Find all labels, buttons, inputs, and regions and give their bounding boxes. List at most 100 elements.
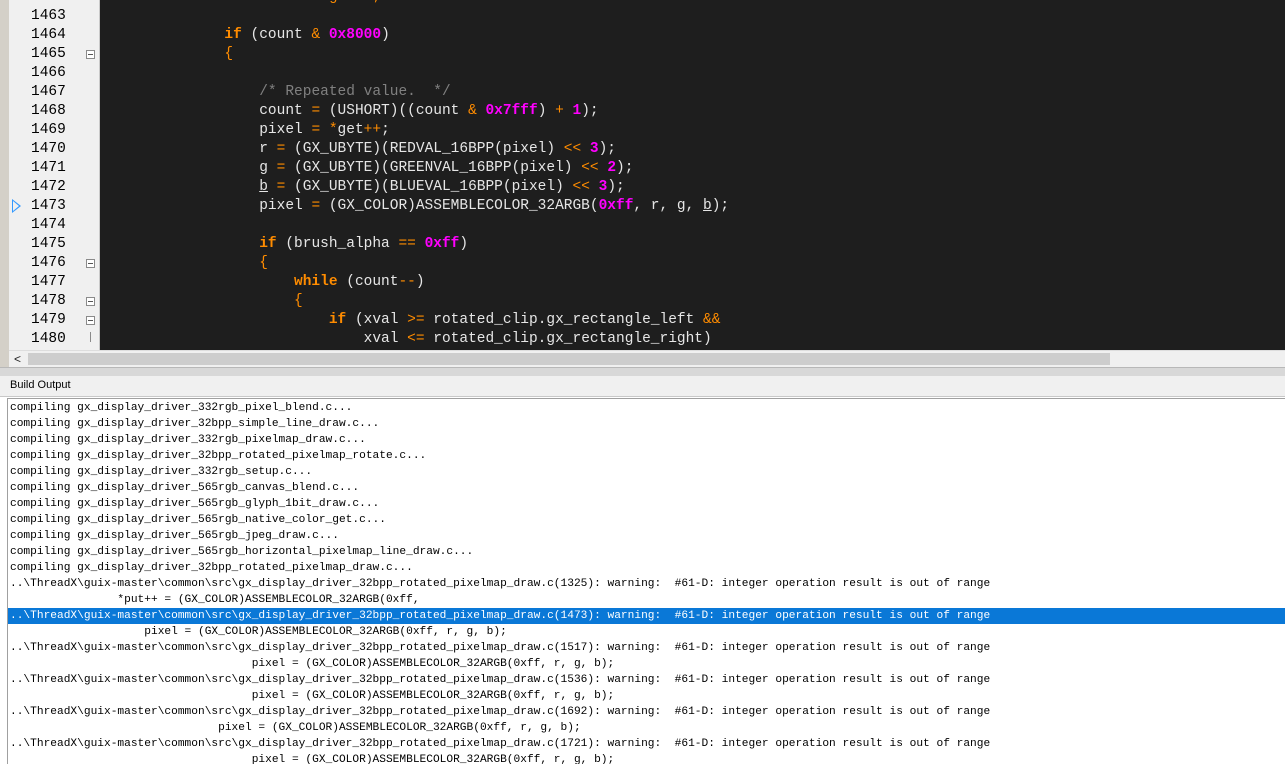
code-token: { xyxy=(224,46,234,62)
output-line[interactable]: pixel = (GX_COLOR)ASSEMBLECOLOR_32ARGB(0… xyxy=(10,720,1285,736)
output-line[interactable]: *put++ = (GX_COLOR)ASSEMBLECOLOR_32ARGB(… xyxy=(10,592,1285,608)
output-line[interactable]: ..\ThreadX\guix-master\common\src\gx_dis… xyxy=(10,640,1285,656)
output-line[interactable]: pixel = (GX_COLOR)ASSEMBLECOLOR_32ARGB(0… xyxy=(10,688,1285,704)
code-token: , r, g, xyxy=(633,198,704,214)
output-line-selected[interactable]: ..\ThreadX\guix-master\common\src\gx_dis… xyxy=(8,608,1285,624)
output-line[interactable]: compiling gx_display_driver_332rgb_setup… xyxy=(10,464,1285,480)
output-line[interactable]: compiling gx_display_driver_565rgb_canva… xyxy=(10,480,1285,496)
output-line[interactable]: compiling gx_display_driver_32bpp_rotate… xyxy=(10,448,1285,464)
line-number: 1478 xyxy=(31,293,66,309)
code-token: == xyxy=(398,236,416,252)
code-token: (count xyxy=(241,27,312,43)
code-token: 1 xyxy=(572,103,582,119)
code-token: ) xyxy=(381,27,390,43)
output-line[interactable]: compiling gx_display_driver_332rgb_pixel… xyxy=(10,400,1285,416)
line-number: 1480 xyxy=(31,331,66,347)
code-token: 3 xyxy=(598,179,608,195)
code-token: { xyxy=(294,293,303,309)
code-token: count xyxy=(120,103,312,119)
code-token: 0x7fff xyxy=(485,103,538,119)
output-line[interactable]: ..\ThreadX\guix-master\common\src\gx_dis… xyxy=(10,672,1285,688)
code-token: 0xff xyxy=(598,198,634,214)
fold-minus-icon[interactable] xyxy=(86,297,95,306)
code-line[interactable]: b = (GX_UBYTE)(BLUEVAL_16BPP(pixel) << 3… xyxy=(120,178,624,197)
code-token: ) xyxy=(459,236,469,252)
output-line[interactable]: pixel = (GX_COLOR)ASSEMBLECOLOR_32ARGB(0… xyxy=(10,656,1285,672)
code-token: + xyxy=(555,103,564,119)
horizontal-scrollbar[interactable]: < xyxy=(9,350,1285,368)
code-token: << xyxy=(581,160,599,176)
line-number: 1468 xyxy=(31,103,66,119)
current-line-arrow-icon xyxy=(12,199,21,213)
code-token: (GX_UBYTE)(BLUEVAL_16BPP(pixel) xyxy=(285,179,573,195)
code-token: xval xyxy=(120,331,408,347)
output-line[interactable]: compiling gx_display_driver_565rgb_glyph… xyxy=(10,496,1285,512)
code-token: (GX_UBYTE)(GREENVAL_16BPP(pixel) xyxy=(285,160,582,176)
code-line[interactable]: xval <= rotated_clip.gx_rectangle_right) xyxy=(120,330,712,349)
code-line[interactable]: count = get++; xyxy=(120,0,381,7)
code-token: (xval xyxy=(346,312,408,328)
code-token: ) xyxy=(537,103,556,119)
output-line[interactable]: ..\ThreadX\guix-master\common\src\gx_dis… xyxy=(10,576,1285,592)
output-line[interactable]: compiling gx_display_driver_32bpp_rotate… xyxy=(10,560,1285,576)
fold-minus-icon[interactable] xyxy=(86,50,95,59)
code-line[interactable]: pixel = (GX_COLOR)ASSEMBLECOLOR_32ARGB(0… xyxy=(120,197,729,216)
code-line[interactable]: /* Repeated value. */ xyxy=(120,83,450,102)
code-token: while xyxy=(294,274,338,290)
code-area[interactable]: count = get++; if (count & 0x8000) { /* … xyxy=(100,0,1285,350)
output-line[interactable]: compiling gx_display_driver_332rgb_pixel… xyxy=(10,432,1285,448)
code-editor[interactable]: 14621463 1464 1465 1466 1467 1468 1469 1470 1471… xyxy=(0,0,1285,369)
output-line[interactable]: pixel = (GX_COLOR)ASSEMBLECOLOR_32ARGB(0… xyxy=(10,624,1285,640)
code-line[interactable]: if (xval >= rotated_clip.gx_rectangle_le… xyxy=(120,311,721,330)
build-output-header: Build Output xyxy=(0,376,1285,397)
line-number: 1469 xyxy=(31,122,66,138)
output-line[interactable]: ..\ThreadX\guix-master\common\src\gx_dis… xyxy=(10,736,1285,752)
fold-minus-icon[interactable] xyxy=(86,316,95,325)
output-line[interactable]: compiling gx_display_driver_565rgb_jpeg_… xyxy=(10,528,1285,544)
code-token: (count xyxy=(337,274,399,290)
line-number: 1464 xyxy=(31,27,66,43)
code-line[interactable]: count = (USHORT)((count & 0x7fff) + 1); xyxy=(120,102,599,121)
code-line[interactable]: g = (GX_UBYTE)(GREENVAL_16BPP(pixel) << … xyxy=(120,159,633,178)
scrollbar-thumb[interactable] xyxy=(28,353,1110,365)
code-token: 0x8000 xyxy=(328,27,382,43)
code-line[interactable]: { xyxy=(120,45,233,64)
code-token: & xyxy=(468,103,477,119)
code-token: ); xyxy=(581,103,599,119)
code-line[interactable]: { xyxy=(120,292,303,311)
code-token: = xyxy=(311,103,321,119)
line-number: 1479 xyxy=(31,312,66,328)
code-token: ; xyxy=(381,122,390,138)
fold-line-marker xyxy=(90,332,91,342)
output-line[interactable]: pixel = (GX_COLOR)ASSEMBLECOLOR_32ARGB(0… xyxy=(10,752,1285,764)
scroll-left-arrow-icon[interactable]: < xyxy=(9,351,26,368)
output-line[interactable]: ..\ThreadX\guix-master\common\src\gx_dis… xyxy=(10,704,1285,720)
code-line[interactable]: r = (GX_UBYTE)(REDVAL_16BPP(pixel) << 3)… xyxy=(120,140,616,159)
code-line[interactable]: { xyxy=(120,254,268,273)
build-output-panel[interactable]: compiling gx_display_driver_332rgb_pixel… xyxy=(7,398,1285,764)
fold-minus-icon[interactable] xyxy=(86,259,95,268)
code-line[interactable]: pixel = *get++; xyxy=(120,121,390,140)
code-line[interactable]: if (brush_alpha == 0xff) xyxy=(120,235,468,254)
code-token: ); xyxy=(616,160,634,176)
code-line[interactable]: while (count--) xyxy=(120,273,425,292)
output-line[interactable]: compiling gx_display_driver_32bpp_simple… xyxy=(10,416,1285,432)
code-token: = xyxy=(311,122,321,138)
code-token: pixel xyxy=(120,122,312,138)
code-token: pixel xyxy=(120,198,312,214)
output-line[interactable]: compiling gx_display_driver_565rgb_horiz… xyxy=(10,544,1285,560)
code-token: (GX_UBYTE)(REDVAL_16BPP(pixel) xyxy=(285,141,564,157)
line-number-gutter[interactable]: 14621463 1464 1465 1466 1467 1468 1469 1470 1471… xyxy=(9,0,100,350)
output-line[interactable]: compiling gx_display_driver_565rgb_nativ… xyxy=(10,512,1285,528)
code-line[interactable]: if (count & 0x8000) xyxy=(120,26,390,45)
